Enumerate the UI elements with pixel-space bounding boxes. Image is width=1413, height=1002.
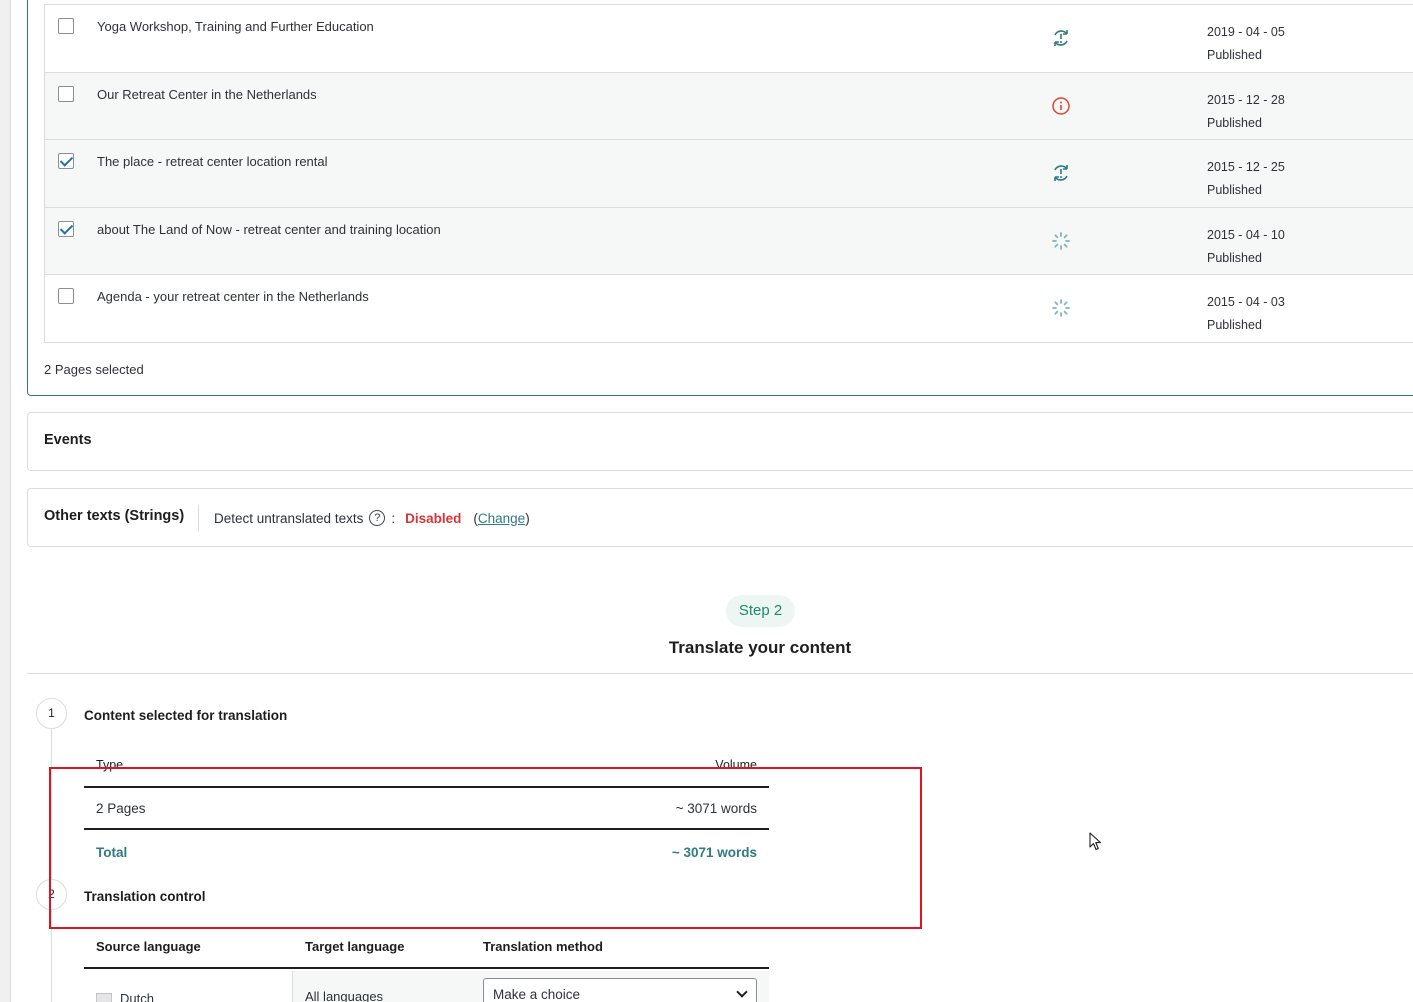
in-progress-icon xyxy=(1052,299,1070,317)
row-checkbox[interactable] xyxy=(58,18,74,34)
flag-icon xyxy=(96,993,112,1002)
page-title-cell: Agenda - your retreat center in the Neth… xyxy=(97,289,369,304)
paren-close: ) xyxy=(525,510,530,526)
page-title-cell: about The Land of Now - retreat center a… xyxy=(97,221,441,237)
total-label: Total xyxy=(96,845,128,860)
date-value: 2015 - 12 - 25 xyxy=(1207,160,1285,174)
table-row[interactable]: Our Retreat Center in the Netherlands 20… xyxy=(45,72,1413,140)
publish-state: Published xyxy=(1207,318,1262,332)
strings-heading[interactable]: Other texts (Strings) xyxy=(44,508,184,524)
change-link[interactable]: Change xyxy=(478,511,525,526)
divider xyxy=(198,505,199,531)
date-value: 2015 - 04 - 03 xyxy=(1207,295,1285,309)
help-icon[interactable]: ? xyxy=(369,510,386,526)
col-volume: Volume xyxy=(715,758,757,772)
target-language-cell: All languages Make a choice xyxy=(292,971,769,1002)
translation-control-header: Source language Target language Translat… xyxy=(84,930,769,969)
date-cell: 2015 - 04 - 03 Published xyxy=(1207,291,1285,337)
mouse-cursor-icon xyxy=(1089,832,1102,851)
timeline-line xyxy=(51,728,52,1002)
row-checkbox[interactable] xyxy=(58,288,74,304)
date-value: 2019 - 04 - 05 xyxy=(1207,25,1285,39)
table-row: 2 Pages ~ 3071 words xyxy=(84,788,769,830)
col-source-language: Source language xyxy=(96,939,201,954)
detect-untranslated-row: Detect untranslated texts ? : Disabled (… xyxy=(214,510,530,526)
translation-control-row: Dutch All languages Make a choice xyxy=(84,971,769,1002)
step-number-1: 1 xyxy=(36,698,67,729)
colon: : xyxy=(391,510,396,526)
source-language-cell: Dutch xyxy=(96,991,154,1002)
col-target-language: Target language xyxy=(305,939,405,954)
publish-state: Published xyxy=(1207,250,1262,265)
events-section[interactable]: Events xyxy=(27,412,1413,471)
page-title-cell: Our Retreat Center in the Netherlands xyxy=(97,86,317,102)
content-selected-title: Content selected for translation xyxy=(84,708,288,723)
date-cell: 2015 - 12 - 28 Published xyxy=(1207,89,1285,135)
publish-state: Published xyxy=(1207,48,1262,62)
table-row[interactable]: about The Land of Now - retreat center a… xyxy=(45,207,1413,275)
table-row[interactable]: Yoga Workshop, Training and Further Educ… xyxy=(45,5,1413,73)
date-value: 2015 - 04 - 10 xyxy=(1207,227,1285,242)
date-cell: 2015 - 12 - 25 Published xyxy=(1207,156,1285,202)
publish-state: Published xyxy=(1207,183,1262,197)
date-value: 2015 - 12 - 28 xyxy=(1207,92,1285,107)
row-volume: ~ 3071 words xyxy=(675,801,757,816)
translation-control-title: Translation control xyxy=(84,889,206,904)
change-wrapper: (Change) xyxy=(473,511,529,526)
row-checkbox[interactable] xyxy=(58,153,74,169)
detect-label: Detect untranslated texts xyxy=(214,510,364,526)
in-progress-icon xyxy=(1052,231,1070,250)
step-divider xyxy=(27,673,1413,674)
step-title: Translate your content xyxy=(668,638,852,657)
source-language: Dutch xyxy=(120,991,154,1002)
detect-status: Disabled xyxy=(405,510,462,526)
select-value: Make a choice xyxy=(493,987,581,1002)
step-pill: Step 2 xyxy=(726,595,795,627)
page-title-cell: The place - retreat center location rent… xyxy=(97,154,328,169)
publish-state: Published xyxy=(1207,115,1262,130)
pages-table: Yoga Workshop, Training and Further Educ… xyxy=(44,4,1413,343)
row-type: 2 Pages xyxy=(96,801,146,816)
table-row[interactable]: Agenda - your retreat center in the Neth… xyxy=(45,275,1413,343)
row-checkbox[interactable] xyxy=(58,220,74,237)
needs-update-icon xyxy=(1054,30,1068,46)
col-type: Type xyxy=(96,758,124,772)
date-cell: 2015 - 04 - 10 Published xyxy=(1207,224,1285,270)
col-translation-method: Translation method xyxy=(483,939,603,954)
row-checkbox[interactable] xyxy=(58,85,74,102)
left-scrollbar-strip xyxy=(0,0,11,1002)
events-heading: Events xyxy=(44,432,92,448)
date-cell: 2019 - 04 - 05 Published xyxy=(1207,21,1285,67)
selected-count: 2 Pages selected xyxy=(44,362,144,377)
total-row: Total ~ 3071 words xyxy=(84,832,769,874)
warning-info-icon xyxy=(1052,96,1070,115)
translation-method-select[interactable]: Make a choice xyxy=(483,978,757,1002)
chevron-down-icon xyxy=(736,986,748,998)
page-title-cell: Yoga Workshop, Training and Further Educ… xyxy=(97,19,374,34)
table-row[interactable]: The place - retreat center location rent… xyxy=(45,140,1413,208)
target-language: All languages xyxy=(305,989,384,1002)
total-volume: ~ 3071 words xyxy=(671,845,757,860)
volume-table-header: Type Volume xyxy=(84,756,769,788)
step-number-2: 2 xyxy=(36,879,67,910)
needs-update-icon xyxy=(1054,165,1068,181)
strings-section: Other texts (Strings) Detect untranslate… xyxy=(27,488,1413,547)
